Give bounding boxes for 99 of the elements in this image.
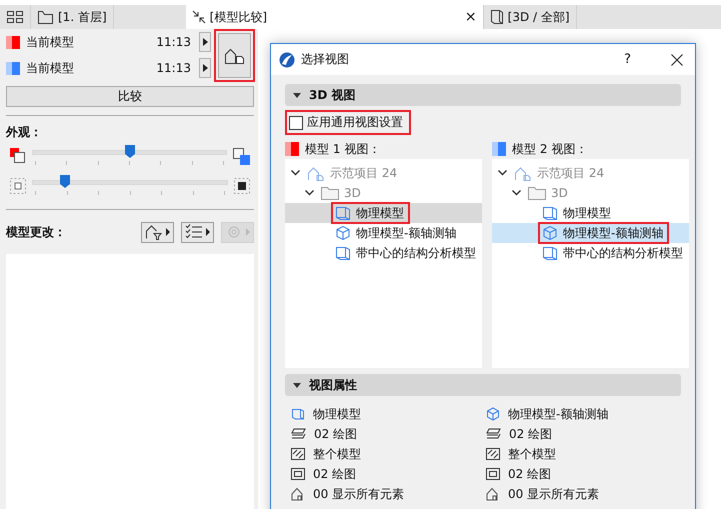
slider-thumb[interactable] — [60, 175, 70, 188]
folder-icon — [528, 186, 546, 200]
checklist-menu-button[interactable] — [181, 222, 214, 242]
compare-button[interactable]: 比较 — [6, 86, 254, 107]
tree-item-label: 物理模型-额轴测轴 — [563, 224, 664, 242]
checklist-icon — [185, 224, 203, 240]
property-value: 物理模型-额轴测轴 — [508, 406, 608, 422]
tree-item[interactable]: 3D — [285, 183, 482, 203]
house-icon — [307, 166, 325, 180]
model-name: 当前模型 — [26, 34, 75, 50]
hatched-box-icon — [291, 448, 305, 460]
property-value: 02 绘图 — [508, 466, 552, 482]
property-value: 物理模型 — [313, 406, 361, 422]
slider-thumb[interactable] — [124, 145, 134, 158]
tree-item[interactable]: 物理模型 — [285, 203, 482, 223]
floor-plan-icon — [37, 10, 54, 24]
tree-item-label: 示范项目 24 — [330, 164, 398, 182]
frame-icon — [291, 468, 305, 480]
view-box-icon — [542, 245, 558, 261]
tree-item-label: 3D — [344, 186, 361, 200]
tree-item[interactable]: 物理模型-额轴测轴 — [492, 223, 689, 243]
close-icon[interactable] — [671, 54, 683, 66]
view-box-icon — [291, 407, 305, 421]
house-icon — [486, 487, 500, 501]
property-value: 00 显示所有元素 — [508, 486, 600, 502]
cube-icon — [542, 225, 558, 241]
model-time: 11:13 — [156, 35, 191, 49]
cube-icon — [486, 407, 500, 421]
tree-item[interactable]: 示范项目 24 — [285, 163, 482, 183]
dialog-title: 选择视图 — [301, 51, 350, 68]
slider-track[interactable] — [32, 175, 228, 197]
tree-item-label: 物理模型 — [356, 204, 404, 222]
cube-icon — [490, 9, 504, 25]
tree-item[interactable]: 物理模型-额轴测轴 — [285, 223, 482, 243]
cube-icon — [335, 225, 351, 241]
frame-icon — [486, 468, 500, 480]
overlapping-squares-icon — [10, 148, 26, 164]
tree-item-label: 3D — [551, 186, 568, 200]
play-button[interactable] — [199, 58, 211, 78]
filled-square-icon — [234, 178, 250, 194]
chevron-icon[interactable] — [291, 170, 300, 176]
caret-icon — [206, 228, 210, 236]
chevron-icon[interactable] — [512, 190, 521, 196]
caret-icon — [293, 382, 301, 388]
tree-item-label: 带中心的结构分析模型 — [356, 244, 476, 262]
tree-item-label: 带中心的结构分析模型 — [563, 244, 683, 262]
tree-item[interactable]: 带中心的结构分析模型 — [285, 243, 482, 263]
caret-icon — [202, 38, 208, 46]
slider-track[interactable] — [32, 145, 227, 167]
collapse-arrows-icon — [192, 10, 206, 24]
small-square-icon — [10, 178, 26, 194]
tree-item-label: 物理模型 — [563, 204, 611, 222]
chevron-icon[interactable] — [305, 190, 314, 196]
section-label: 外观： — [6, 124, 43, 141]
caret-icon — [166, 228, 170, 236]
model-name: 当前模型 — [26, 60, 75, 76]
house-icon — [224, 46, 246, 64]
tree-item[interactable]: 带中心的结构分析模型 — [492, 243, 689, 263]
checkbox-label: 应用通用视图设置 — [307, 114, 403, 131]
app-logo-icon — [279, 52, 295, 68]
view-box-icon — [542, 205, 558, 221]
pane-label: 模型 1 视图： — [305, 140, 380, 158]
filter-menu-button[interactable] — [141, 222, 174, 242]
section-header[interactable]: 视图属性 — [285, 374, 681, 396]
folder-icon — [321, 186, 339, 200]
property-value: 00 显示所有元素 — [313, 486, 404, 502]
tree-item[interactable]: 3D — [492, 183, 689, 203]
property-value: 整个模型 — [508, 446, 556, 462]
house-icon — [514, 166, 532, 180]
view-box-icon — [335, 245, 351, 261]
close-button[interactable]: × — [464, 9, 477, 25]
caret-icon — [202, 64, 208, 72]
tree-item[interactable]: 示范项目 24 — [492, 163, 689, 183]
hatched-box-icon — [486, 448, 500, 460]
tab[interactable]: [模型比较] × — [186, 5, 484, 29]
view-box-icon — [335, 205, 351, 221]
chevron-icon[interactable] — [498, 170, 507, 176]
layers-icon — [486, 427, 501, 441]
help-button[interactable]: ? — [624, 52, 631, 67]
house-icon — [291, 487, 305, 501]
property-value: 整个模型 — [313, 446, 361, 462]
property-value: 02 绘图 — [313, 466, 356, 482]
model-time: 11:13 — [156, 61, 191, 75]
layers-icon — [291, 427, 306, 441]
section-label: 模型更改： — [6, 224, 66, 240]
section-header[interactable]: 3D 视图 — [285, 84, 681, 106]
tree-item-label: 示范项目 24 — [537, 164, 604, 182]
play-button[interactable] — [199, 32, 211, 52]
caret-icon — [293, 92, 301, 98]
property-value: 02 绘图 — [509, 426, 552, 442]
property-value: 02 绘图 — [314, 426, 358, 442]
tree-item[interactable]: 物理模型 — [492, 203, 689, 223]
checkbox[interactable] — [289, 116, 303, 130]
tree-item-label: 物理模型-额轴测轴 — [356, 224, 456, 242]
grid-icon — [6, 10, 24, 24]
overlapping-squares-icon — [233, 148, 250, 164]
caret-icon — [246, 228, 250, 236]
pane-label: 模型 2 视图： — [512, 140, 588, 158]
house-filter-icon — [145, 224, 163, 240]
